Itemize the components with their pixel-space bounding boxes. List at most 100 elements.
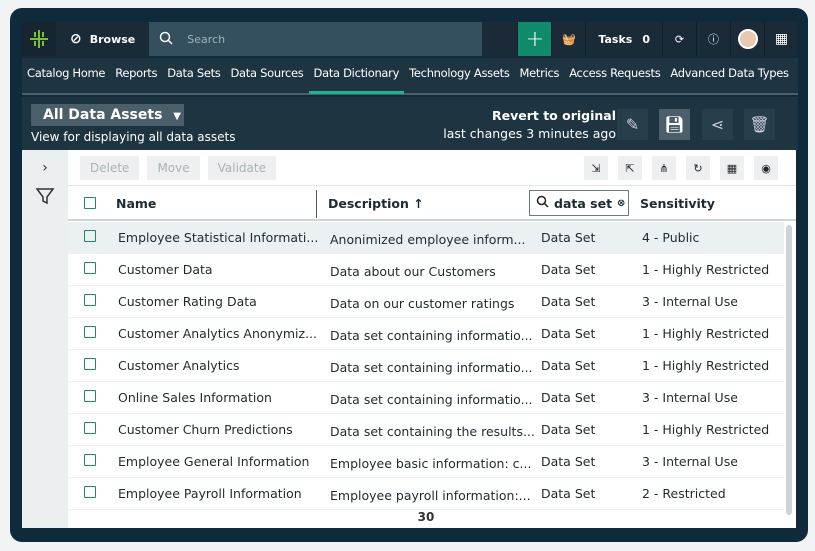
row-checkbox[interactable] <box>84 486 96 498</box>
tasks-count: 0 <box>642 32 650 46</box>
refresh-icon[interactable]: ↻ <box>686 156 710 180</box>
sort-asc-icon: ↑ <box>413 196 424 211</box>
select-all-checkbox[interactable] <box>84 197 96 209</box>
tasks-button[interactable]: Tasks 0 <box>585 22 662 56</box>
search-input[interactable]: Search <box>149 22 483 56</box>
row-name[interactable]: Customer Churn Predictions <box>118 422 293 437</box>
compass-icon: ⊘ <box>70 31 82 47</box>
column-description-label: Description <box>328 196 409 211</box>
scrollbar[interactable] <box>786 225 792 515</box>
side-panel: › <box>22 150 68 528</box>
row-checkbox[interactable] <box>84 454 96 466</box>
nav-access-requests[interactable]: Access Requests <box>564 57 665 94</box>
row-sensitivity: 1 - Highly Restricted <box>642 422 770 437</box>
apps-grid-icon[interactable]: ▦ <box>764 22 798 56</box>
row-type: Data Set <box>541 454 596 469</box>
search-icon <box>536 195 549 211</box>
row-checkbox[interactable] <box>84 390 96 402</box>
nav-data-dictionary[interactable]: Data Dictionary <box>308 57 405 94</box>
import-icon[interactable]: ⇲ <box>584 156 608 180</box>
row-checkbox[interactable] <box>84 326 96 338</box>
clear-filter-icon[interactable]: ⊗ <box>617 198 625 209</box>
table-row[interactable]: Employee Statistical Informati... Anonim… <box>68 222 784 254</box>
table-row[interactable]: Customer Rating Data Data on our custome… <box>68 286 784 318</box>
edit-icon[interactable]: ✎ <box>617 109 648 140</box>
table-row[interactable]: Employee General Information Employee ba… <box>68 446 784 478</box>
column-name[interactable]: Name <box>116 196 156 211</box>
search-icon <box>159 31 173 48</box>
filter-value: data set <box>554 195 613 211</box>
nav-technology-assets[interactable]: Technology Assets <box>404 57 514 94</box>
revert-link[interactable]: Revert to original <box>443 107 616 125</box>
chevron-down-icon: ▼ <box>173 111 181 122</box>
row-checkbox[interactable] <box>84 230 96 242</box>
logo-icon[interactable] <box>22 22 56 56</box>
table-row[interactable]: Customer Analytics Anonymiz... Data set … <box>68 318 784 350</box>
columns-grid-icon[interactable]: ▦ <box>720 156 744 180</box>
filter-icon[interactable] <box>35 186 55 210</box>
nav-metrics[interactable]: Metrics <box>515 57 565 94</box>
column-description[interactable]: Description ↑ <box>328 196 424 211</box>
row-description: Data set containing the results... <box>330 424 535 439</box>
row-name[interactable]: Employee General Information <box>118 454 309 469</box>
column-sensitivity[interactable]: Sensitivity <box>640 196 715 211</box>
row-type: Data Set <box>541 390 596 405</box>
table-header: Name Description ↑ data set ⊗ Sensitivity <box>68 185 796 221</box>
main-nav: Catalog Home Reports Data Sets Data Sour… <box>22 58 798 95</box>
column-resize-handle[interactable] <box>316 190 317 218</box>
table-row[interactable]: Customer Churn Predictions Data set cont… <box>68 414 784 446</box>
delete-icon[interactable]: 🗑︎ <box>744 109 775 140</box>
row-description: Data about our Customers <box>330 264 496 279</box>
nav-data-sources[interactable]: Data Sources <box>226 57 309 94</box>
row-sensitivity: 3 - Internal Use <box>642 454 738 469</box>
nav-data-sets[interactable]: Data Sets <box>162 57 225 94</box>
avatar[interactable] <box>730 22 764 56</box>
nav-catalog-home[interactable]: Catalog Home <box>22 57 110 94</box>
row-description: Anonimized employee inform... <box>330 232 526 247</box>
view-selector[interactable]: All Data Assets ▼ <box>31 104 184 126</box>
bulk-actions: Delete Move Validate <box>80 156 276 180</box>
nav-advanced-data-types[interactable]: Advanced Data Types <box>665 57 793 94</box>
visibility-icon[interactable]: ◉ <box>754 156 778 180</box>
type-filter-input[interactable]: data set ⊗ <box>529 190 629 216</box>
row-description: Data set containing informatio... <box>330 392 533 407</box>
row-name[interactable]: Employee Statistical Informati... <box>118 230 318 245</box>
delete-button[interactable]: Delete <box>80 156 140 180</box>
row-sensitivity: 3 - Internal Use <box>642 390 738 405</box>
export-icon[interactable]: ⇱ <box>618 156 642 180</box>
row-checkbox[interactable] <box>84 262 96 274</box>
row-checkbox[interactable] <box>84 294 96 306</box>
expand-chevron-icon[interactable]: › <box>42 160 48 176</box>
basket-icon[interactable]: 🧺 <box>551 22 585 56</box>
row-description: Employee basic information: c... <box>330 456 532 471</box>
view-toolbar: All Data Assets ▼ View for displaying al… <box>22 97 798 150</box>
browse-label: Browse <box>89 32 136 46</box>
table-row[interactable]: Online Sales Information Data set contai… <box>68 382 784 414</box>
nav-reports[interactable]: Reports <box>110 57 162 94</box>
row-sensitivity: 1 - Highly Restricted <box>642 326 770 341</box>
add-button[interactable]: + <box>517 22 552 56</box>
row-name[interactable]: Customer Data <box>118 262 213 277</box>
row-name[interactable]: Customer Analytics <box>118 358 239 373</box>
row-name[interactable]: Customer Analytics Anonymiz... <box>118 326 317 341</box>
row-name[interactable]: Employee Payroll Information <box>118 486 302 501</box>
row-type: Data Set <box>541 358 596 373</box>
hierarchy-icon[interactable]: ⋔ <box>652 156 676 180</box>
row-sensitivity: 3 - Internal Use <box>642 294 738 309</box>
row-checkbox[interactable] <box>84 358 96 370</box>
validate-button[interactable]: Validate <box>207 156 276 180</box>
table-row[interactable]: Employee Payroll Information Employee pa… <box>68 478 784 510</box>
save-icon[interactable]: 💾︎ <box>659 109 690 140</box>
table-row[interactable]: Customer Analytics Data set containing i… <box>68 350 784 382</box>
help-icon[interactable]: ⓘ <box>696 22 730 56</box>
row-type: Data Set <box>541 294 596 309</box>
row-checkbox[interactable] <box>84 422 96 434</box>
table-row[interactable]: Customer Data Data about our Customers D… <box>68 254 784 286</box>
row-name[interactable]: Online Sales Information <box>118 390 272 405</box>
row-name[interactable]: Customer Rating Data <box>118 294 257 309</box>
browse-button[interactable]: ⊘ Browse <box>56 22 150 56</box>
move-button[interactable]: Move <box>147 156 200 180</box>
sync-icon[interactable]: ⟳ <box>662 22 696 56</box>
app-window: ⊘ Browse Search + 🧺 Tasks 0 ⟳ ⓘ ▦ Catalog … <box>10 8 808 542</box>
share-icon[interactable]: ⋖ <box>702 109 733 140</box>
